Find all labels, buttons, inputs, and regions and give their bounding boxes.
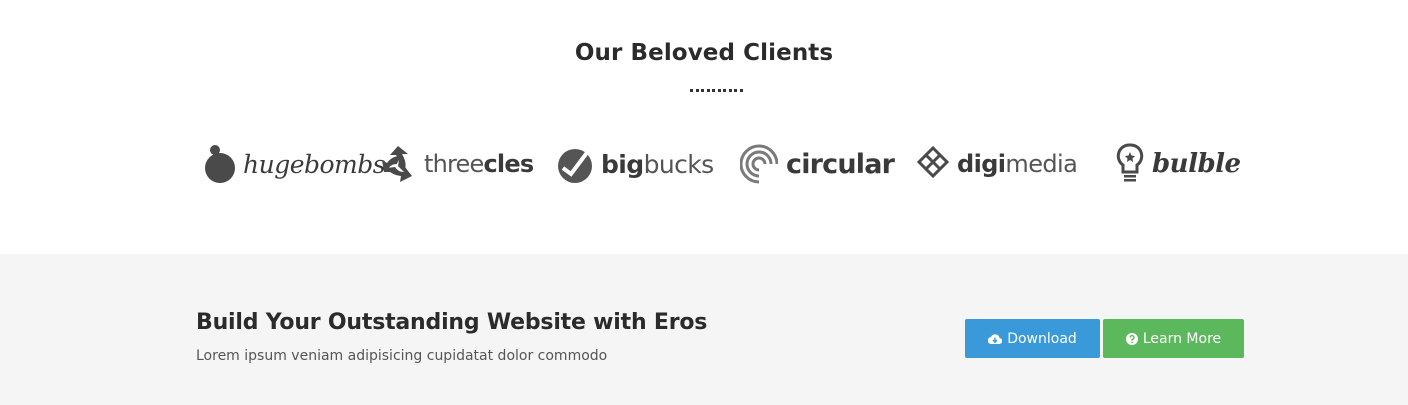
client-logo-digimedia: digimedia [915, 140, 1078, 188]
client-logo-circular: circular [740, 140, 895, 188]
client-logo-bulble: bulble [1116, 140, 1241, 188]
logo-text-bigbucks: bigbucks [601, 150, 714, 179]
logo-text-part: big [601, 149, 644, 179]
logo-text-part: cles [483, 150, 535, 178]
client-logo-bigbucks: bigbucks [557, 140, 714, 188]
logo-text-part: three [424, 150, 484, 178]
logo-text-bulble: bulble [1152, 149, 1241, 179]
cta-subtitle: Lorem ipsum veniam adipisicing cupidatat… [196, 348, 608, 364]
learn-more-button[interactable]: Learn More [1103, 319, 1244, 358]
client-logo-threecles: threecles [378, 140, 535, 188]
logo-text-circular: circular [786, 148, 895, 180]
logo-text-threecles: threecles [424, 150, 535, 178]
check-circle-icon [558, 148, 592, 183]
logo-text-part: media [1005, 150, 1078, 178]
logo-text-digimedia: digimedia [957, 150, 1078, 178]
logo-text-part: digi [957, 150, 1006, 178]
concentric-arcs-icon [740, 144, 778, 184]
logo-text-hugebombs: hugebombs [243, 149, 386, 179]
clients-section: Our Beloved Clients hugebombs threecles … [0, 0, 1408, 254]
download-button[interactable]: Download [965, 319, 1100, 358]
logo-text-part: bucks [643, 149, 715, 179]
title-divider [690, 89, 750, 94]
client-logo-hugebombs: hugebombs [203, 140, 386, 188]
recycle-arrows-icon [382, 146, 412, 182]
bomb-icon [205, 145, 235, 183]
diamond-grid-icon [916, 145, 950, 179]
clients-title: Our Beloved Clients [574, 40, 834, 66]
download-button-label: Download [1007, 330, 1077, 347]
cta-title: Build Your Outstanding Website with Eros [196, 310, 708, 335]
question-circle-icon [1125, 332, 1138, 345]
learn-more-button-label: Learn More [1142, 330, 1222, 347]
cloud-download-icon [988, 333, 1003, 344]
cta-section: Build Your Outstanding Website with Eros… [0, 254, 1408, 405]
lightbulb-icon [1116, 143, 1144, 182]
